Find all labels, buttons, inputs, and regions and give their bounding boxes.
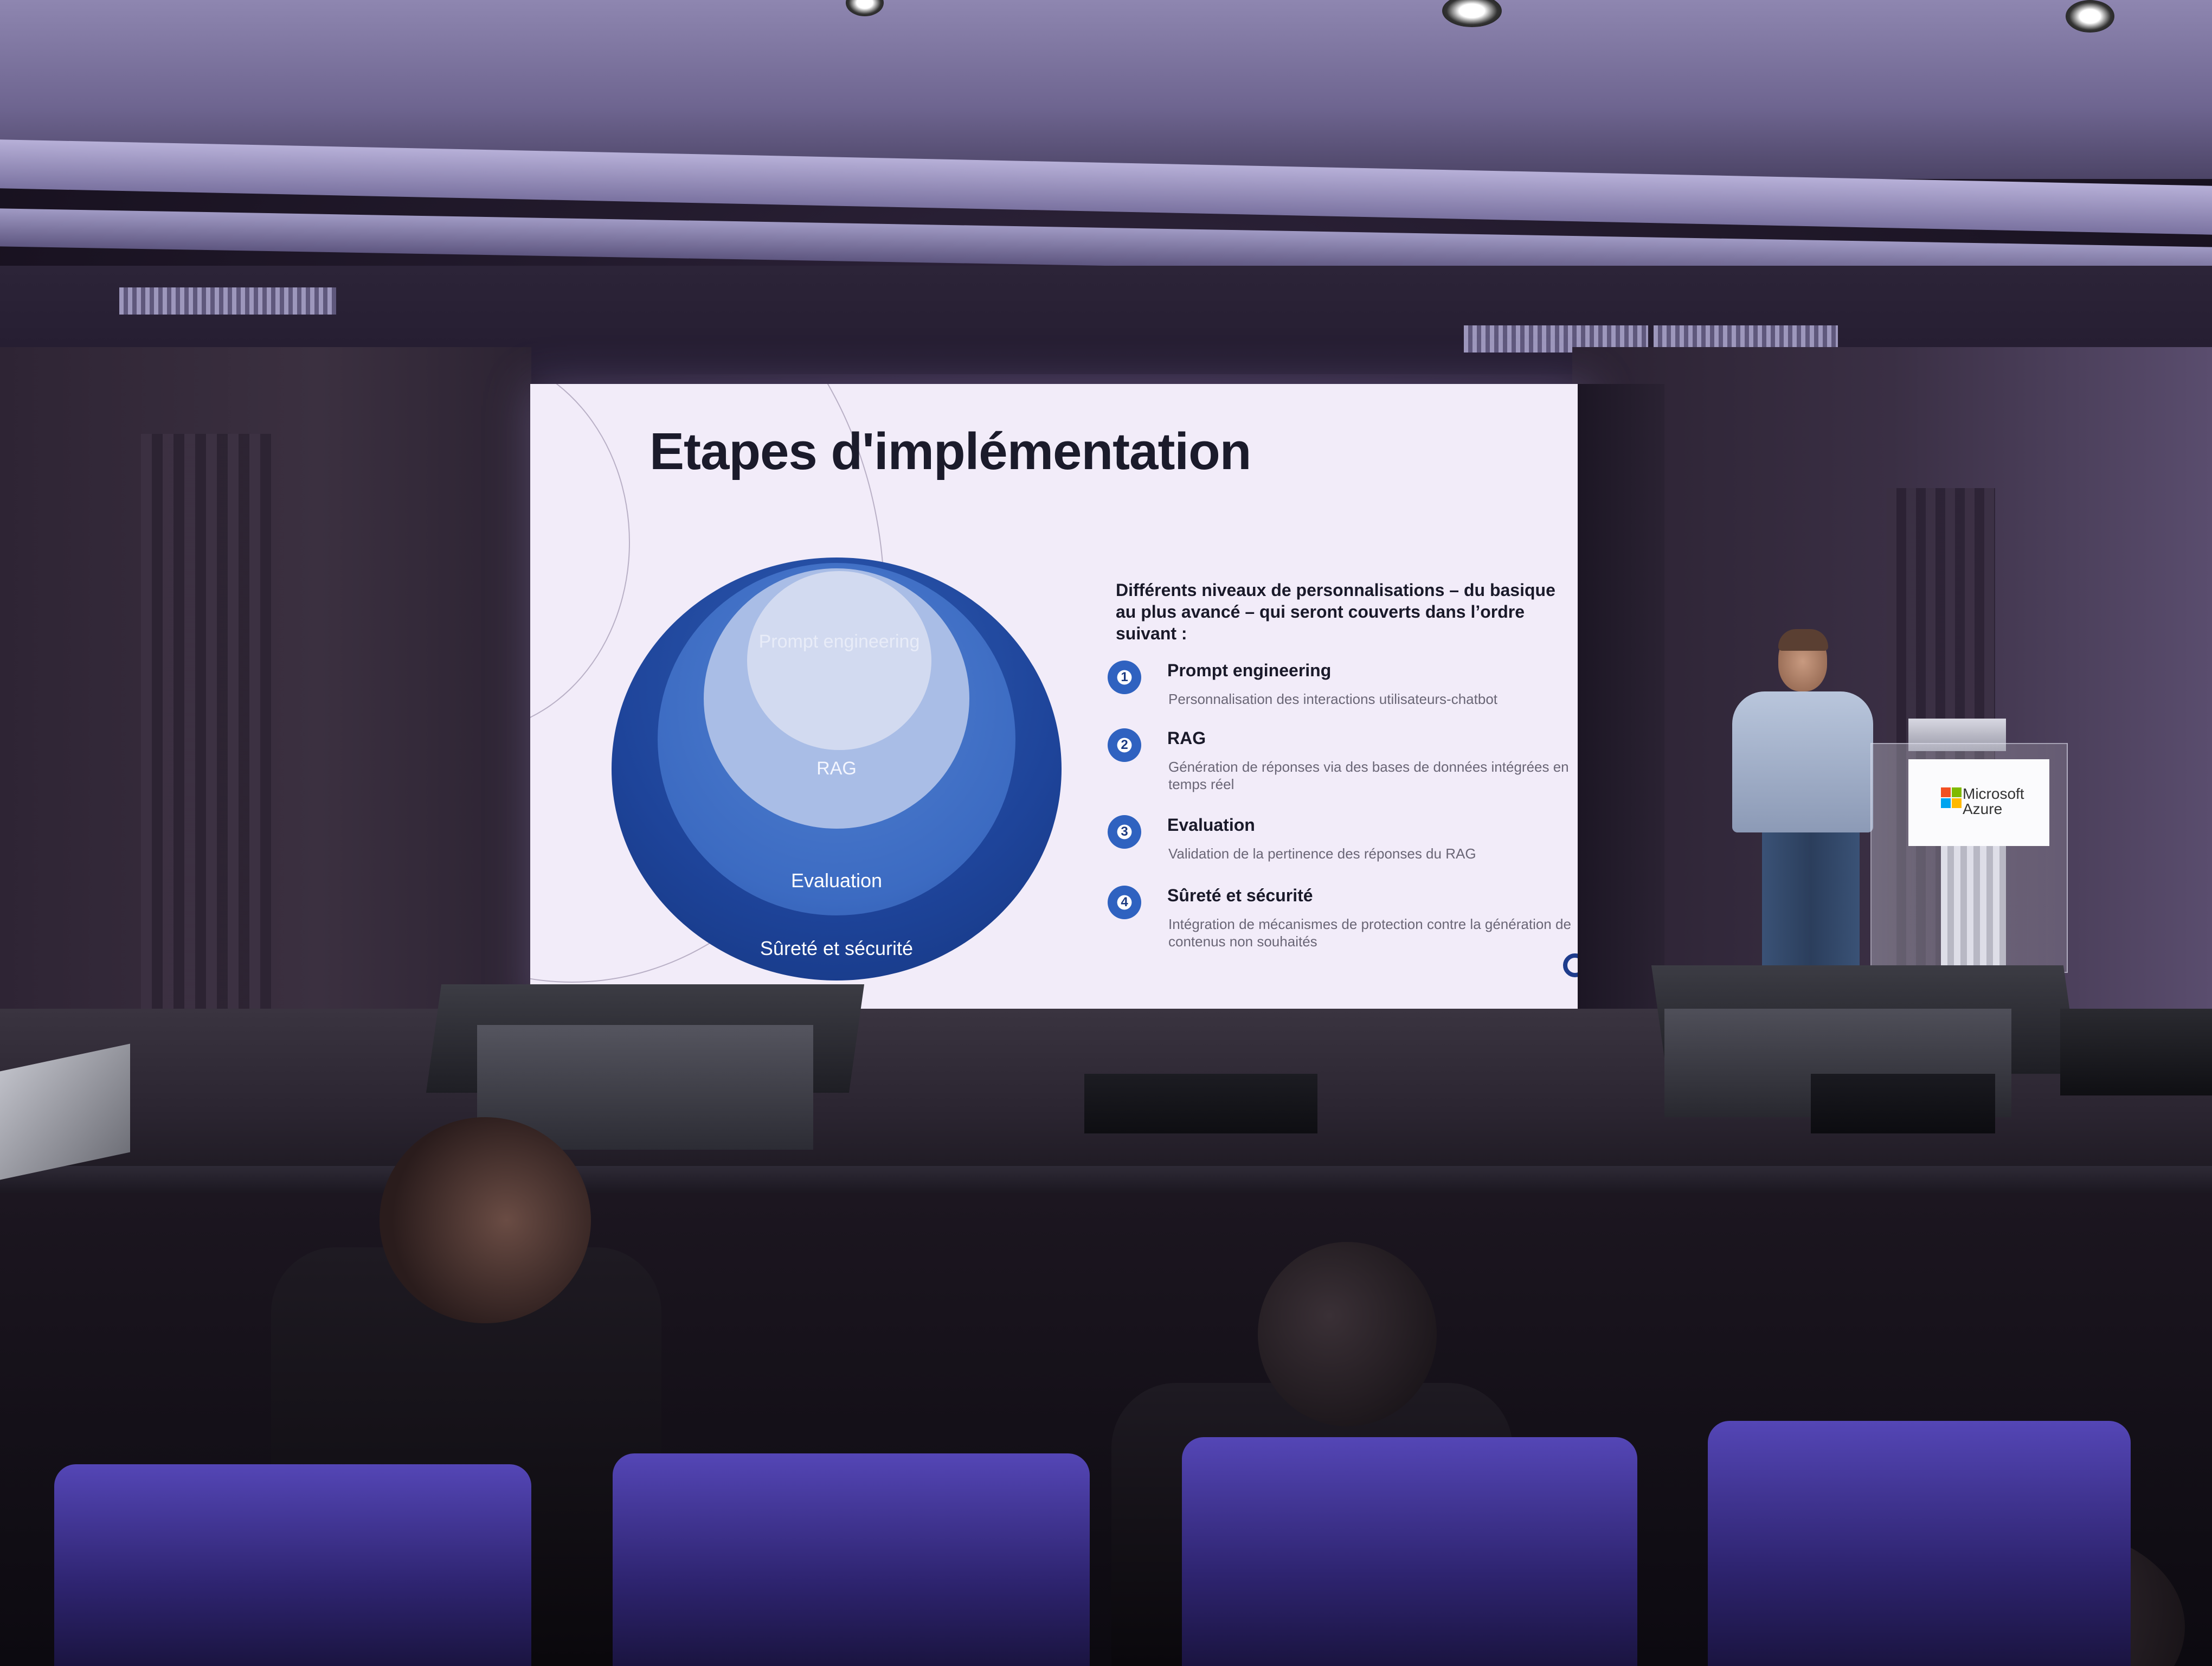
circle-label-prompt: Prompt engineering <box>758 631 920 652</box>
audience-seat <box>1182 1437 1637 1666</box>
step-description: Génération de réponses via des bases de … <box>1168 759 1569 792</box>
circle-label-surete: Sûreté et sécurité <box>760 937 914 959</box>
step-title: RAG <box>1167 728 1206 748</box>
step-number: 3 <box>1121 824 1128 839</box>
ceiling-vent <box>119 287 336 315</box>
conference-photo: Etapes d'implémentation 33 Sûreté et séc… <box>0 0 2212 1666</box>
step-number: 1 <box>1121 670 1128 684</box>
microsoft-logo-green <box>1952 787 1962 797</box>
microsoft-logo-red <box>1941 787 1951 797</box>
step-number-badge: 4 <box>1108 886 1141 919</box>
podium-sign: Microsoft Azure <box>1908 759 2049 846</box>
step-number-badge: 1 <box>1108 661 1141 694</box>
presenter-hair <box>1778 629 1828 651</box>
presenter-body <box>1732 691 1873 832</box>
step-title: Prompt engineering <box>1167 661 1332 680</box>
step-title: Evaluation <box>1167 815 1255 835</box>
stage-equipment <box>1811 1074 1995 1133</box>
curtain <box>141 434 271 1030</box>
ceiling-spotlight <box>846 0 884 16</box>
projection-screen: Etapes d'implémentation 33 Sûreté et séc… <box>530 384 1591 1014</box>
step-description: Validation de la pertinence des réponses… <box>1168 845 1476 862</box>
step-description: Personnalisation des interactions utilis… <box>1168 691 1498 707</box>
audience-seat <box>613 1453 1090 1666</box>
step-description: Intégration de mécanismes de protection … <box>1168 916 1571 950</box>
audience-member-head <box>1258 1242 1437 1426</box>
step-number-badge: 3 <box>1108 815 1141 849</box>
presenter-legs <box>1762 824 1860 965</box>
podium-stand <box>1941 846 2006 965</box>
podium-sign-text: Microsoft Azure <box>1963 785 2024 817</box>
circle-label-rag: RAG <box>816 758 857 779</box>
stage-equipment <box>1084 1074 1317 1133</box>
audience-member-head <box>380 1117 591 1323</box>
slide-title: Etapes d'implémentation <box>650 422 1251 480</box>
screen-edge <box>1578 384 1664 1014</box>
microsoft-logo-yellow <box>1952 798 1962 808</box>
step-number-badge: 2 <box>1108 728 1141 762</box>
circle-label-evaluation: Evaluation <box>790 869 883 892</box>
slide-intro-text: Différents niveaux de personnalisations … <box>1116 580 1555 643</box>
audience-seat <box>1708 1421 2131 1666</box>
audience-seat <box>54 1464 531 1666</box>
ceiling-spotlight <box>2066 0 2114 33</box>
step-number: 2 <box>1121 738 1128 752</box>
microsoft-logo-blue <box>1941 798 1951 808</box>
step-number: 4 <box>1121 895 1128 909</box>
circle-prompt: Prompt engineering <box>747 571 931 750</box>
step-title: Sûreté et sécurité <box>1167 886 1313 905</box>
ceiling-spotlight <box>1442 0 1502 27</box>
stage-speaker-right <box>2060 1009 2212 1095</box>
